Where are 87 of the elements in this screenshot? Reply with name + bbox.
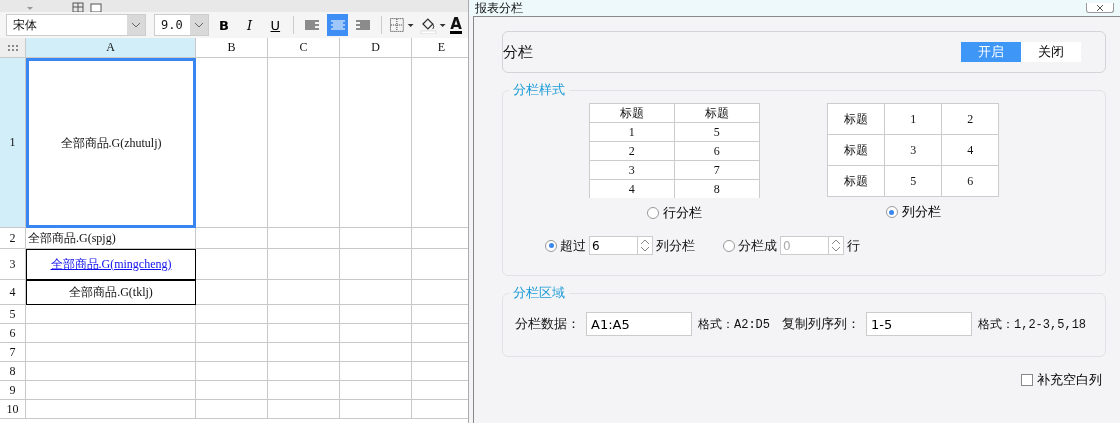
dialog-title: 报表分栏 (475, 0, 523, 17)
fill-bucket-icon[interactable] (418, 16, 447, 34)
row-header[interactable]: 5 (0, 305, 26, 324)
empty-cell[interactable] (340, 400, 412, 419)
empty-cell[interactable] (268, 249, 340, 280)
close-icon (1096, 4, 1104, 11)
font-dropdown[interactable]: 宋体 (6, 14, 146, 36)
empty-cell[interactable] (340, 280, 412, 305)
number-field[interactable]: 6 (589, 236, 637, 255)
option-label: 超过 (560, 236, 586, 255)
empty-cell[interactable] (268, 343, 340, 362)
row-header[interactable]: 2 (0, 228, 26, 249)
empty-cell[interactable] (196, 381, 268, 400)
empty-cell[interactable] (196, 343, 268, 362)
field-label: 复制列序列： (782, 315, 860, 333)
link-cell[interactable]: 全部商品.G(mingcheng) (26, 249, 196, 280)
empty-cell[interactable] (268, 324, 340, 343)
empty-cell[interactable] (196, 400, 268, 419)
font-size-dropdown[interactable]: 9.0 (153, 14, 210, 36)
empty-cell[interactable] (196, 324, 268, 343)
empty-cell[interactable] (196, 249, 268, 280)
close-button[interactable] (1086, 3, 1114, 13)
empty-cell[interactable] (340, 362, 412, 381)
spinner-arrows-icon[interactable] (637, 236, 653, 255)
align-center-button[interactable] (326, 14, 349, 36)
empty-cell[interactable] (268, 362, 340, 381)
row-header[interactable]: 3 (0, 249, 26, 280)
group-title: 分栏区域 (512, 284, 566, 302)
font-color-button[interactable]: A (450, 16, 462, 34)
empty-cell[interactable] (196, 280, 268, 305)
option-label: 分栏成 (738, 236, 777, 255)
empty-cell[interactable] (340, 343, 412, 362)
radio-button[interactable]: 行分栏 (646, 204, 702, 222)
empty-cell[interactable] (268, 305, 340, 324)
empty-cell[interactable] (268, 228, 340, 249)
radio-button[interactable] (545, 239, 557, 252)
table-cell[interactable]: 全部商品.G(tklj) (26, 280, 196, 305)
row-header[interactable]: 1 (0, 58, 26, 228)
row-split-preview: 标题 标题 1 5 2 6 3 7 4 8 (588, 103, 760, 198)
column-header[interactable]: B (196, 38, 268, 58)
row-header[interactable]: 4 (0, 280, 26, 305)
empty-cell[interactable] (340, 305, 412, 324)
chevron-down-icon (130, 22, 141, 28)
row-header[interactable]: 8 (0, 362, 26, 381)
empty-cell[interactable] (268, 280, 340, 305)
empty-cell[interactable] (196, 305, 268, 324)
checkbox[interactable]: 补充空白列 (1021, 371, 1102, 389)
section-label: 分栏 (503, 42, 533, 62)
empty-cell[interactable] (268, 400, 340, 419)
empty-cell[interactable] (196, 228, 268, 249)
spinner-arrows-icon[interactable] (828, 236, 844, 255)
group-title: 分栏样式 (512, 81, 566, 99)
borders-icon[interactable] (389, 17, 415, 33)
empty-cell[interactable] (340, 381, 412, 400)
option-suffix: 行 (847, 236, 860, 255)
select-all-icon[interactable] (6, 43, 19, 52)
empty-cell[interactable] (268, 381, 340, 400)
empty-cell[interactable] (340, 249, 412, 280)
toggle-option[interactable]: 关闭 (1021, 42, 1081, 62)
column-header[interactable]: C (268, 38, 340, 58)
input-field[interactable]: 1-5 (866, 312, 972, 336)
row-header[interactable]: 10 (0, 400, 26, 419)
column-header[interactable]: A (26, 38, 196, 58)
italic-button[interactable]: I (238, 14, 261, 36)
row-header[interactable]: 9 (0, 381, 26, 400)
chevron-down-icon (194, 22, 205, 28)
field-label: 分栏数据： (515, 315, 580, 333)
option-suffix: 列分栏 (656, 236, 695, 255)
format-hint: 格式：A2:D5 (698, 316, 770, 333)
empty-cell[interactable] (340, 228, 412, 249)
table-cell[interactable]: 全部商品.G(spjg) (26, 228, 196, 249)
format-hint: 格式：1,2-3,5,18 (978, 316, 1087, 333)
align-center-icon (330, 19, 345, 31)
column-split-preview: 标题 1 2 标题 3 4 标题 5 6 (827, 103, 1000, 197)
empty-cell[interactable] (196, 362, 268, 381)
row-header[interactable]: 7 (0, 343, 26, 362)
column-header[interactable]: D (340, 38, 412, 58)
align-right-icon (356, 19, 371, 31)
grid-icon[interactable] (72, 2, 84, 12)
radio-button[interactable]: 列分栏 (885, 203, 941, 221)
row-header[interactable]: 6 (0, 324, 26, 343)
bold-button[interactable]: B (213, 14, 235, 36)
input-field[interactable]: A1:A5 (586, 312, 692, 336)
table-cell[interactable]: 全部商品.G(zhutulj) (26, 58, 196, 228)
underline-button[interactable]: U (264, 14, 287, 36)
empty-cell[interactable] (340, 324, 412, 343)
align-left-icon (304, 19, 319, 31)
